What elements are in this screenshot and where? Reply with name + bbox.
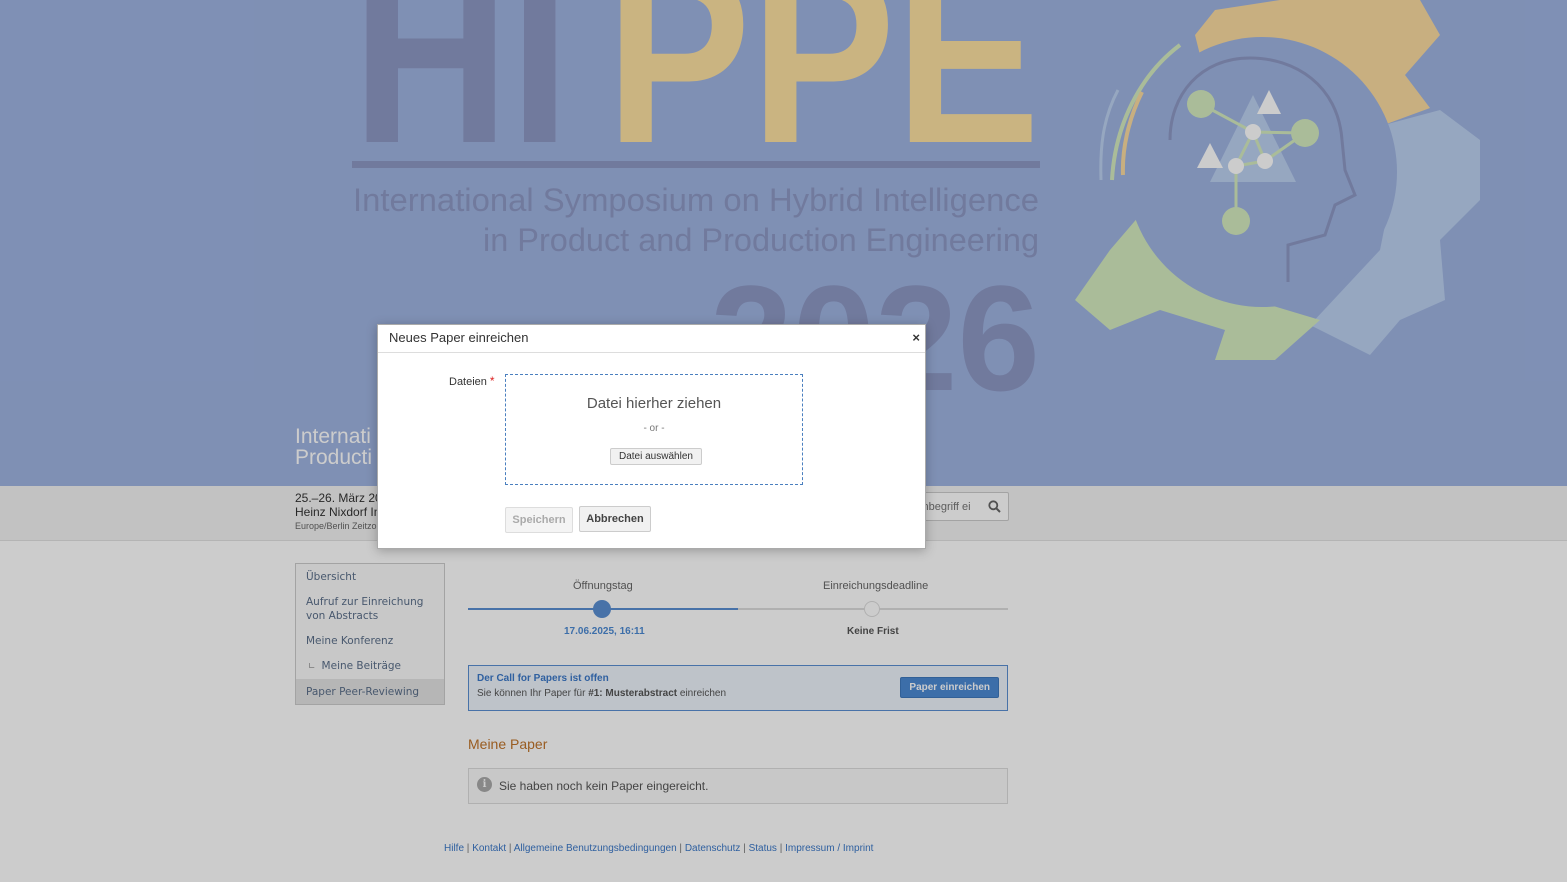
choose-file-button[interactable]: Datei auswählen — [610, 448, 702, 465]
required-marker: * — [489, 374, 495, 388]
cancel-button[interactable]: Abbrechen — [579, 506, 651, 532]
dialog-header: Neues Paper einreichen × — [378, 325, 925, 353]
file-dropzone[interactable]: Datei hierher ziehen - or - Datei auswäh… — [505, 374, 803, 485]
new-paper-dialog: Neues Paper einreichen × Dateien * Datei … — [377, 324, 926, 549]
dialog-title: Neues Paper einreichen — [389, 330, 529, 345]
files-label-text: Dateien — [449, 376, 487, 388]
dropzone-or-text: - or - — [643, 423, 665, 434]
close-icon[interactable]: × — [912, 331, 920, 345]
save-button[interactable]: Speichern — [505, 507, 573, 533]
files-field-label: Dateien * — [449, 374, 495, 388]
dropzone-text: Datei hierher ziehen — [586, 395, 722, 412]
